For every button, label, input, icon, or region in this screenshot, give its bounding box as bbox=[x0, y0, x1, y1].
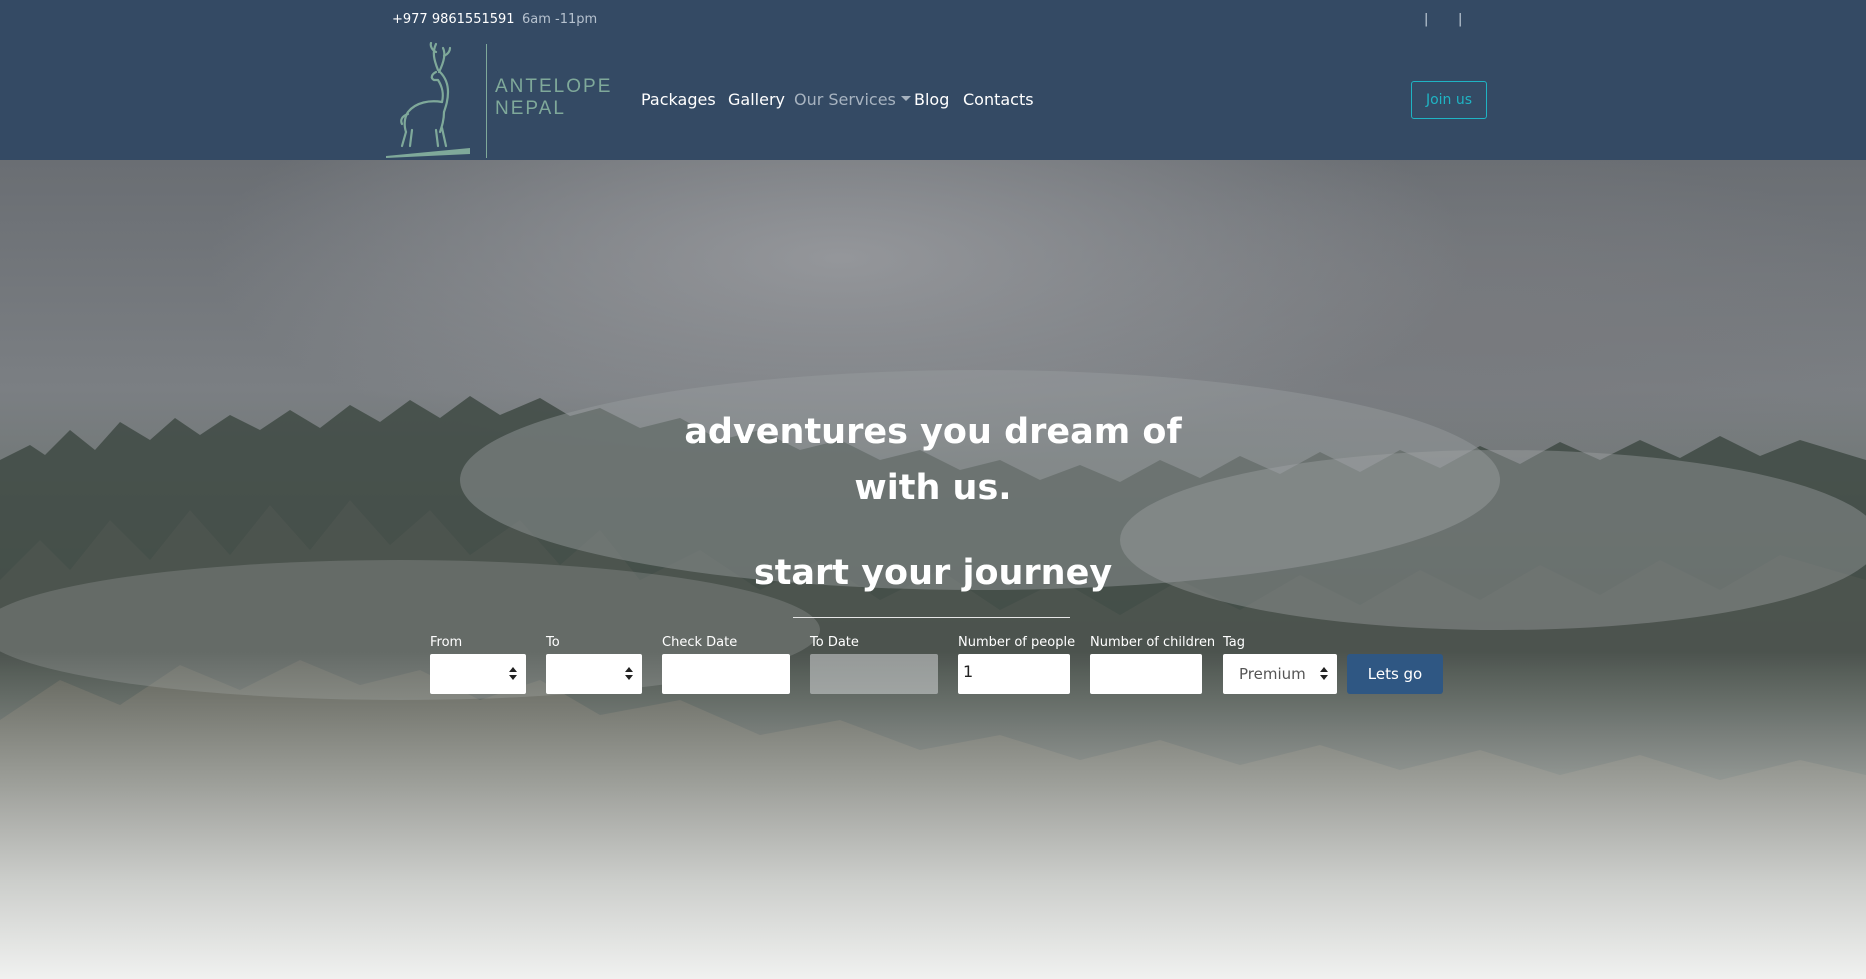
select-arrows-icon bbox=[625, 667, 633, 681]
brand-name-line2: NEPAL bbox=[495, 98, 566, 119]
antelope-icon bbox=[386, 42, 470, 158]
tag-select[interactable]: Premium bbox=[1223, 654, 1337, 694]
children-input[interactable] bbox=[1090, 654, 1202, 694]
nav-packages[interactable]: Packages bbox=[641, 90, 716, 109]
tag-label: Tag bbox=[1223, 635, 1246, 650]
brand-name-line1: ANTELOPE bbox=[495, 76, 613, 97]
nav-contacts[interactable]: Contacts bbox=[963, 90, 1034, 109]
nav-gallery[interactable]: Gallery bbox=[728, 90, 785, 109]
topbar-separator: | bbox=[1458, 12, 1463, 27]
nav-blog[interactable]: Blog bbox=[914, 90, 949, 109]
hero-title: adventures you dream of with us. bbox=[683, 404, 1183, 516]
select-arrows-icon bbox=[1320, 667, 1328, 681]
hero-subtitle: start your journey bbox=[753, 553, 1113, 593]
to-date-input[interactable] bbox=[810, 654, 938, 694]
from-select[interactable] bbox=[430, 654, 526, 694]
lets-go-button[interactable]: Lets go bbox=[1347, 654, 1443, 694]
people-input[interactable]: 1 bbox=[958, 654, 1070, 694]
brand-logo[interactable]: ANTELOPE NEPAL bbox=[386, 42, 612, 158]
nav-our-services-label: Our Services bbox=[794, 90, 896, 109]
hero-title-line1: adventures you dream of bbox=[684, 412, 1182, 452]
check-date-label: Check Date bbox=[662, 635, 738, 650]
to-select[interactable] bbox=[546, 654, 642, 694]
logo-divider bbox=[486, 44, 487, 158]
site-header: +977 9861551591 6am -11pm | | ANTELOPE N… bbox=[0, 0, 1866, 160]
people-value: 1 bbox=[963, 662, 974, 681]
nav-our-services[interactable]: Our Services bbox=[794, 90, 911, 109]
tag-selected-value: Premium bbox=[1239, 665, 1306, 683]
join-us-button[interactable]: Join us bbox=[1411, 81, 1487, 119]
brand-name: ANTELOPE NEPAL bbox=[495, 76, 612, 120]
select-arrows-icon bbox=[509, 667, 517, 681]
children-label: Number of children bbox=[1090, 635, 1216, 650]
topbar-separator: | bbox=[1424, 12, 1429, 27]
people-label: Number of people bbox=[958, 635, 1076, 650]
opening-hours: 6am -11pm bbox=[522, 12, 598, 27]
hero-section: adventures you dream of with us. start y… bbox=[0, 160, 1866, 979]
from-label: From bbox=[430, 635, 463, 650]
phone-number[interactable]: +977 9861551591 bbox=[392, 12, 515, 27]
hero-divider bbox=[793, 617, 1070, 618]
caret-down-icon bbox=[900, 96, 911, 101]
to-label: To bbox=[546, 635, 560, 650]
check-date-input[interactable] bbox=[662, 654, 790, 694]
hero-title-line2: with us. bbox=[854, 468, 1012, 508]
to-date-label: To Date bbox=[810, 635, 859, 650]
